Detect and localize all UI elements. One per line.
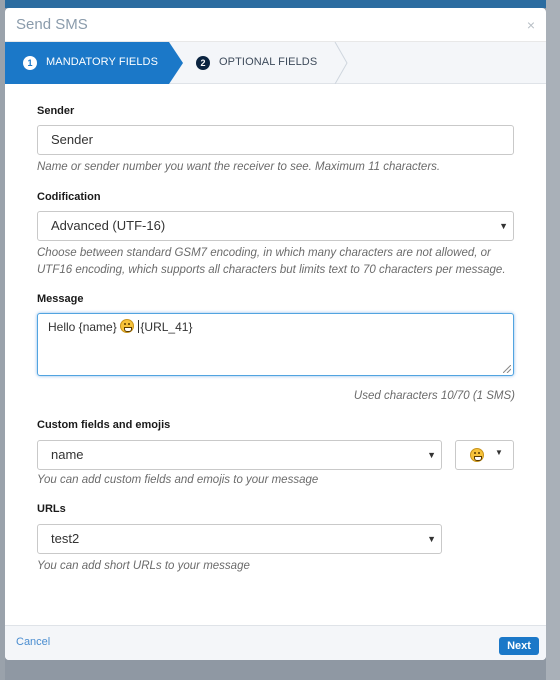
urls-label: URLs xyxy=(37,503,66,515)
urls-select[interactable]: test2 ▼ xyxy=(37,524,442,554)
codification-selected-value: Advanced (UTF-16) xyxy=(51,218,166,233)
resize-handle-icon[interactable] xyxy=(503,365,511,373)
grinning-face-icon xyxy=(470,448,484,462)
codification-help-text: Choose between standard GSM7 encoding, i… xyxy=(37,247,506,276)
step-number-badge: 2 xyxy=(196,56,210,70)
codification-select[interactable]: Advanced (UTF-16) ▼ xyxy=(37,211,514,241)
send-sms-modal: Send SMS × 1 MANDATORY FIELDS 2 OPTIONAL… xyxy=(5,8,546,660)
wizard-steps: 1 MANDATORY FIELDS 2 OPTIONAL FIELDS xyxy=(5,42,546,84)
grinning-face-icon xyxy=(120,319,135,333)
background-right-edge xyxy=(546,0,560,680)
sender-input[interactable]: Sender xyxy=(37,125,514,155)
custom-fields-label: Custom fields and emojis xyxy=(37,419,171,431)
emoji-picker-button[interactable]: ▼ xyxy=(455,440,514,470)
sender-label: Sender xyxy=(37,105,75,117)
dropdown-arrow-icon: ▼ xyxy=(427,450,436,460)
message-text-before: Hello {name} xyxy=(48,320,117,334)
dropdown-arrow-icon: ▼ xyxy=(499,221,508,231)
modal-footer: Cancel Next xyxy=(5,625,546,660)
step-label: MANDATORY FIELDS xyxy=(46,56,159,68)
close-icon[interactable]: × xyxy=(527,18,535,32)
custom-fields-select[interactable]: name ▼ xyxy=(37,440,442,470)
message-text-after: {URL_41} xyxy=(140,320,193,334)
dropdown-arrow-icon: ▼ xyxy=(427,534,436,544)
step-number-badge: 1 xyxy=(23,56,37,70)
custom-fields-selected-value: name xyxy=(51,447,84,462)
step-label: OPTIONAL FIELDS xyxy=(219,56,318,68)
cancel-button[interactable]: Cancel xyxy=(16,636,50,648)
modal-header: Send SMS × xyxy=(5,8,546,42)
character-counter: Used characters 10/70 (1 SMS) xyxy=(353,390,515,402)
custom-fields-help-text: You can add custom fields and emojis to … xyxy=(37,474,319,486)
message-textarea[interactable]: Hello {name} {URL_41} xyxy=(37,313,514,376)
step-mandatory-fields[interactable]: 1 MANDATORY FIELDS xyxy=(5,42,183,84)
next-button[interactable]: Next xyxy=(499,637,539,655)
modal-title: Send SMS xyxy=(16,16,88,33)
background-header xyxy=(0,0,560,8)
step-optional-fields[interactable]: 2 OPTIONAL FIELDS xyxy=(183,42,353,84)
urls-selected-value: test2 xyxy=(51,531,80,546)
chevron-right-icon xyxy=(334,42,348,84)
codification-label: Codification xyxy=(37,191,101,203)
message-label: Message xyxy=(37,293,84,305)
urls-help-text: You can add short URLs to your message xyxy=(37,560,250,572)
caret-down-icon: ▼ xyxy=(495,448,503,457)
sender-help-text: Name or sender number you want the recei… xyxy=(37,161,441,173)
